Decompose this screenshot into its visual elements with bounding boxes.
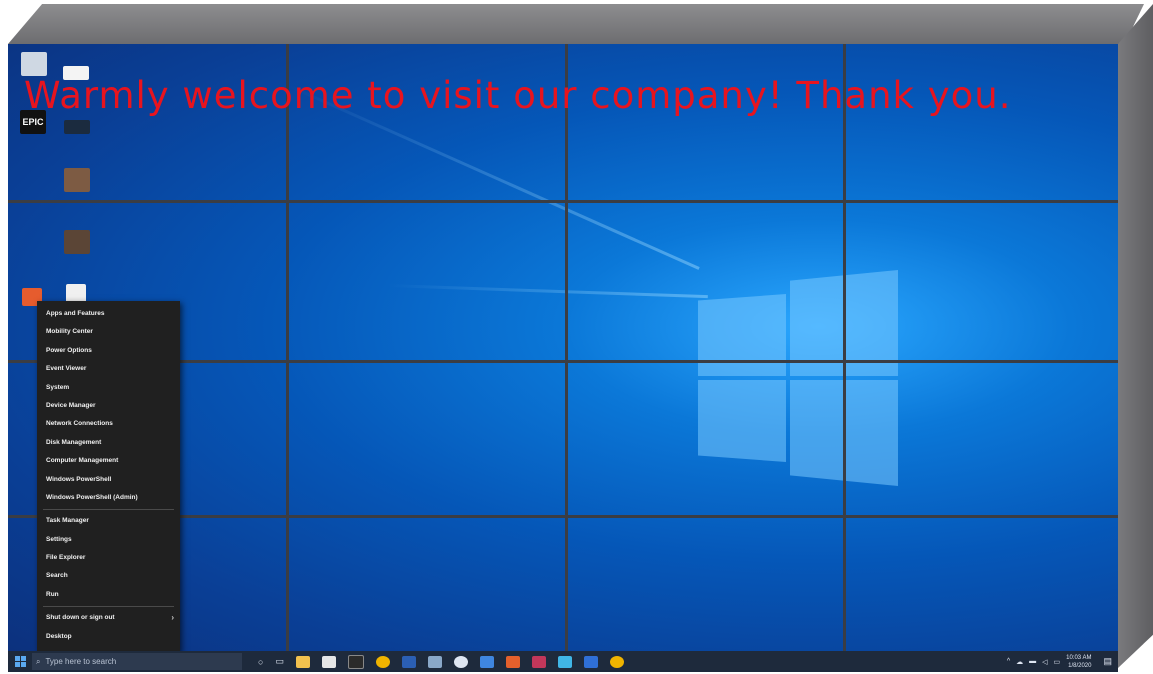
light-beam bbox=[387, 284, 708, 299]
taskbar-search-box[interactable]: ⌕ Type here to search bbox=[32, 653, 242, 670]
firefox-icon[interactable] bbox=[453, 655, 468, 668]
network-icon[interactable]: ▬ bbox=[1029, 658, 1036, 665]
menu-item-windows-powershell-admin[interactable]: Windows PowerShell (Admin) bbox=[37, 489, 180, 507]
menu-item-computer-management[interactable]: Computer Management bbox=[37, 452, 180, 470]
winx-context-menu: Apps and Features Mobility Center Power … bbox=[37, 301, 180, 652]
windows-logo bbox=[698, 270, 910, 486]
logo-pane-tl bbox=[698, 294, 786, 376]
grid-divider bbox=[8, 200, 1118, 203]
welcome-banner: Warmly welcome to visit our company! Tha… bbox=[24, 74, 1012, 117]
menu-item-disk-management[interactable]: Disk Management bbox=[37, 434, 180, 452]
grid-divider bbox=[565, 44, 568, 672]
chrome-icon[interactable] bbox=[375, 655, 390, 668]
chevron-up-icon[interactable]: ^ bbox=[1007, 658, 1010, 665]
windows-start-icon bbox=[14, 656, 26, 667]
menu-item-mobility-center[interactable]: Mobility Center bbox=[37, 323, 180, 341]
keyboard-icon[interactable]: ▭ bbox=[1054, 658, 1061, 666]
clock-date: 1/8/2020 bbox=[1068, 662, 1092, 669]
cortana-icon[interactable]: ○ bbox=[258, 657, 263, 667]
menu-item-desktop[interactable]: Desktop bbox=[37, 628, 180, 646]
menu-separator bbox=[43, 509, 174, 511]
settings-icon[interactable] bbox=[583, 655, 598, 668]
photos-icon[interactable] bbox=[609, 655, 624, 668]
word-icon[interactable] bbox=[401, 655, 416, 668]
menu-item-settings[interactable]: Settings bbox=[37, 531, 180, 549]
menu-item-windows-powershell[interactable]: Windows PowerShell bbox=[37, 471, 180, 489]
vscode-icon[interactable] bbox=[557, 655, 572, 668]
menu-item-search[interactable]: Search bbox=[37, 567, 180, 585]
task-view-icon[interactable]: ▭ bbox=[275, 656, 284, 667]
menu-item-file-explorer[interactable]: File Explorer bbox=[37, 549, 180, 567]
grid-divider bbox=[843, 44, 846, 672]
recycle-bin-icon[interactable] bbox=[21, 52, 47, 76]
store-icon[interactable] bbox=[321, 655, 336, 668]
menu-separator bbox=[43, 606, 174, 608]
volume-icon[interactable]: ◁ bbox=[1042, 658, 1047, 666]
paint-icon[interactable] bbox=[427, 655, 442, 668]
mail-icon[interactable] bbox=[479, 655, 494, 668]
grid-divider bbox=[286, 44, 289, 672]
system-tray: ^ ☁ ▬ ◁ ▭ 10:03 AM 1/8/2020 ▤ bbox=[1007, 651, 1112, 672]
clock-time: 10:03 AM bbox=[1066, 654, 1092, 661]
menu-item-label: Shut down or sign out bbox=[46, 614, 115, 622]
cloud-icon[interactable]: ☁ bbox=[1016, 658, 1023, 666]
menu-item-run[interactable]: Run bbox=[37, 586, 180, 604]
menu-item-apps-and-features[interactable]: Apps and Features bbox=[37, 305, 180, 323]
menu-item-system[interactable]: System bbox=[37, 379, 180, 397]
search-placeholder: Type here to search bbox=[45, 657, 117, 666]
menu-item-shut-down-or-sign-out[interactable]: Shut down or sign out › bbox=[37, 609, 180, 627]
photo-manager-icon[interactable] bbox=[64, 168, 90, 192]
teams-icon[interactable] bbox=[531, 655, 546, 668]
taskbar: ⌕ Type here to search ○ ▭ ^ ☁ ▬ ◁ ▭ 10:0… bbox=[8, 651, 1118, 672]
video-wall-top-edge bbox=[8, 4, 1144, 44]
tradeskills-icon[interactable] bbox=[64, 120, 90, 134]
start-button[interactable] bbox=[8, 651, 32, 672]
search-icon: ⌕ bbox=[36, 656, 41, 666]
clock[interactable]: 10:03 AM 1/8/2020 bbox=[1066, 654, 1091, 670]
menu-item-power-options[interactable]: Power Options bbox=[37, 342, 180, 360]
chevron-right-icon: › bbox=[171, 613, 174, 623]
terminal-icon[interactable] bbox=[347, 654, 364, 669]
video-wall-side-edge bbox=[1118, 4, 1153, 668]
file-explorer-icon[interactable] bbox=[295, 655, 310, 668]
menu-item-task-manager[interactable]: Task Manager bbox=[37, 512, 180, 530]
powerpoint-icon[interactable] bbox=[505, 655, 520, 668]
taskbar-pinned-apps: ○ ▭ bbox=[252, 654, 630, 669]
logo-pane-bl bbox=[698, 380, 786, 462]
menu-item-device-manager[interactable]: Device Manager bbox=[37, 397, 180, 415]
menu-item-event-viewer[interactable]: Event Viewer bbox=[37, 360, 180, 378]
notification-icon[interactable]: ▤ bbox=[1103, 656, 1112, 667]
employee-portfolio-icon[interactable] bbox=[64, 230, 90, 254]
menu-item-network-connections[interactable]: Network Connections bbox=[37, 415, 180, 433]
